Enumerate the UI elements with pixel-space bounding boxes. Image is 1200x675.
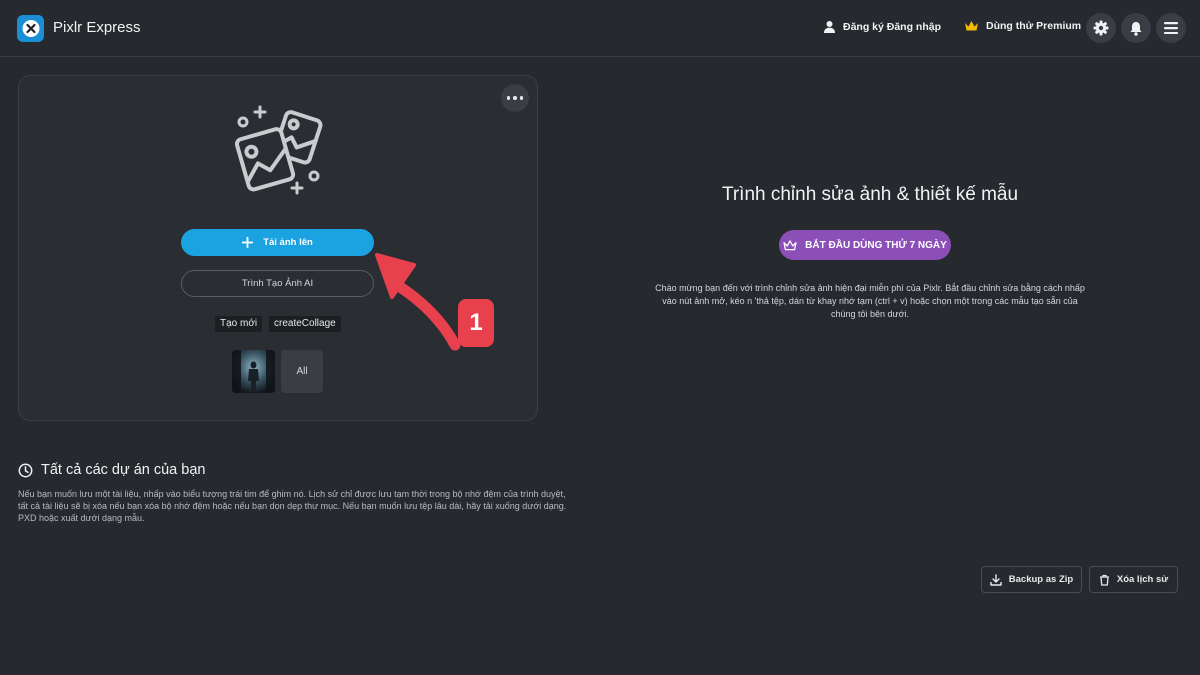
projects-title: Tất cả các dự án của bạn <box>41 462 206 478</box>
auth-label: Đăng ký Đăng nhập <box>843 20 942 33</box>
clock-icon <box>18 463 33 477</box>
projects-description: Nếu bạn muốn lưu một tài liệu, nhấp vào … <box>18 489 567 523</box>
intro-description: Chào mừng bạn đến với trình chỉnh sửa ản… <box>655 283 1085 319</box>
clear-history-label: Xóa lịch sử <box>1116 574 1169 585</box>
auth-link[interactable]: Đăng ký Đăng nhập <box>823 20 941 33</box>
ai-generator-label: Trình Tạo Ảnh AI <box>241 278 314 289</box>
projects-heading: Tất cả các dự án của bạn <box>18 462 205 478</box>
bell-icon <box>1130 21 1142 36</box>
annotation-number-badge: 1 <box>458 299 494 347</box>
user-icon <box>824 21 835 33</box>
trial-label: BẮT ĐẦU DÙNG THỬ 7 NGÀY <box>805 239 947 251</box>
plus-icon <box>242 237 254 248</box>
pixlr-logo-icon[interactable] <box>17 15 44 42</box>
intro-title: Trình chỉnh sửa ảnh & thiết kế mẫu <box>721 184 1019 205</box>
recent-image-thumbnail[interactable] <box>232 350 275 393</box>
premium-label: Dùng thử Premium <box>986 20 1082 32</box>
backup-label: Backup as Zip <box>1008 574 1074 585</box>
main-menu-button[interactable] <box>1156 13 1186 43</box>
clear-history-button[interactable]: Xóa lịch sử <box>1089 566 1178 593</box>
download-icon <box>990 573 1002 586</box>
all-templates-tile[interactable]: All <box>281 350 323 393</box>
dot-icon <box>506 96 511 100</box>
thumbnail-image <box>232 350 275 393</box>
settings-button[interactable] <box>1086 13 1116 43</box>
dot-icon <box>513 96 517 100</box>
crown-icon <box>965 21 978 31</box>
trash-icon <box>1099 574 1109 586</box>
create-collage-chip[interactable]: createCollage <box>269 316 341 332</box>
app-name: Pixlr Express <box>53 19 141 36</box>
create-new-chip[interactable]: Tạo mới <box>215 316 263 332</box>
menu-icon <box>1164 22 1178 34</box>
gear-icon <box>1093 20 1109 36</box>
more-options-button[interactable] <box>501 84 529 112</box>
dot-icon <box>519 96 524 100</box>
top-bar: Pixlr Express Đăng ký Đăng nhập Dùng thử… <box>0 0 1200 57</box>
premium-trial-link[interactable]: Dùng thử Premium <box>964 20 1081 32</box>
backup-zip-button[interactable]: Backup as Zip <box>981 566 1082 593</box>
ai-image-generator-button[interactable]: Trình Tạo Ảnh AI <box>181 270 374 297</box>
photos-illustration-icon <box>234 105 323 195</box>
notifications-button[interactable] <box>1121 13 1151 43</box>
upload-label: Tải ảnh lên <box>263 237 313 248</box>
upload-image-button[interactable]: Tải ảnh lên <box>181 229 374 256</box>
all-label: All <box>296 366 308 377</box>
start-trial-button[interactable]: BẮT ĐẦU DÙNG THỬ 7 NGÀY <box>779 230 951 260</box>
crown-icon <box>783 239 797 250</box>
